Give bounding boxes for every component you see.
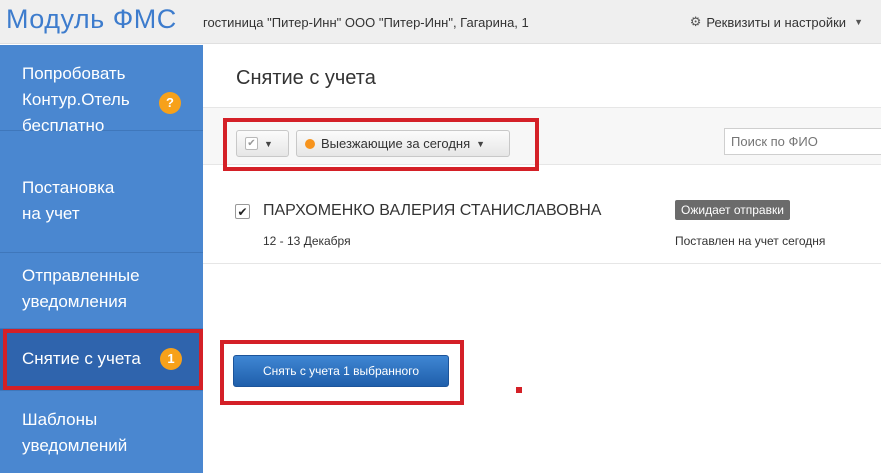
chevron-down-icon: ▼ [854, 17, 863, 27]
page-title: Снятие с учета [236, 67, 376, 89]
sidebar-item-label: на учет [22, 204, 80, 223]
sidebar-item-notification-templates[interactable]: Шаблоны уведомлений [0, 391, 203, 473]
search-input[interactable] [724, 128, 881, 155]
sidebar-item-label: Отправленные [22, 266, 140, 285]
guest-name: ПАРХОМЕНКО ВАЛЕРИЯ СТАНИСЛАВОВНА [263, 202, 602, 219]
organization-name: гостиница "Питер-Инн" ООО "Питер-Инн", Г… [203, 15, 529, 30]
main-content: Снятие с учета ✔ ▼ Выезжающие за сегодня… [203, 45, 881, 473]
help-badge: ? [159, 92, 181, 114]
sidebar-item-sent-notifications[interactable]: Отправленные уведомления [0, 253, 203, 329]
gear-icon: ⚙ [689, 14, 702, 29]
stay-dates: 12 - 13 Декабря [263, 234, 351, 248]
sidebar-item-label: уведомления [22, 292, 127, 311]
sidebar-item-label: уведомлений [22, 436, 128, 455]
top-header: Модуль ФМС гостиница "Питер-Инн" ООО "Пи… [0, 0, 881, 44]
annotation-box-filters [223, 118, 539, 171]
annotation-box-button [220, 340, 464, 405]
settings-menu[interactable]: ⚙ Реквизиты и настройки ▼ [690, 14, 863, 30]
sidebar-item-registration[interactable]: Постановка на учет [0, 165, 203, 253]
app-title: Модуль ФМС [6, 4, 177, 34]
sidebar-item-label: Попробовать [22, 64, 126, 83]
sidebar-item-label: Постановка [22, 178, 115, 197]
table-row[interactable]: ✔ ПАРХОМЕНКО ВАЛЕРИЯ СТАНИСЛАВОВНА 12 - … [203, 182, 881, 264]
status-text: Поставлен на учет сегодня [675, 234, 826, 248]
annotation-box-sidebar [3, 329, 203, 390]
row-checkbox[interactable]: ✔ [235, 204, 250, 219]
sidebar-item-label: Шаблоны [22, 410, 98, 429]
settings-label: Реквизиты и настройки [706, 14, 847, 30]
sidebar-item-label: бесплатно [22, 116, 105, 135]
annotation-dot [516, 387, 522, 393]
status-badge: Ожидает отправки [675, 200, 790, 220]
sidebar-item-try-kontur-hotel[interactable]: Попробовать Контур.Отель бесплатно ? [0, 45, 203, 135]
sidebar: Попробовать Контур.Отель бесплатно ? Пос… [0, 45, 203, 473]
